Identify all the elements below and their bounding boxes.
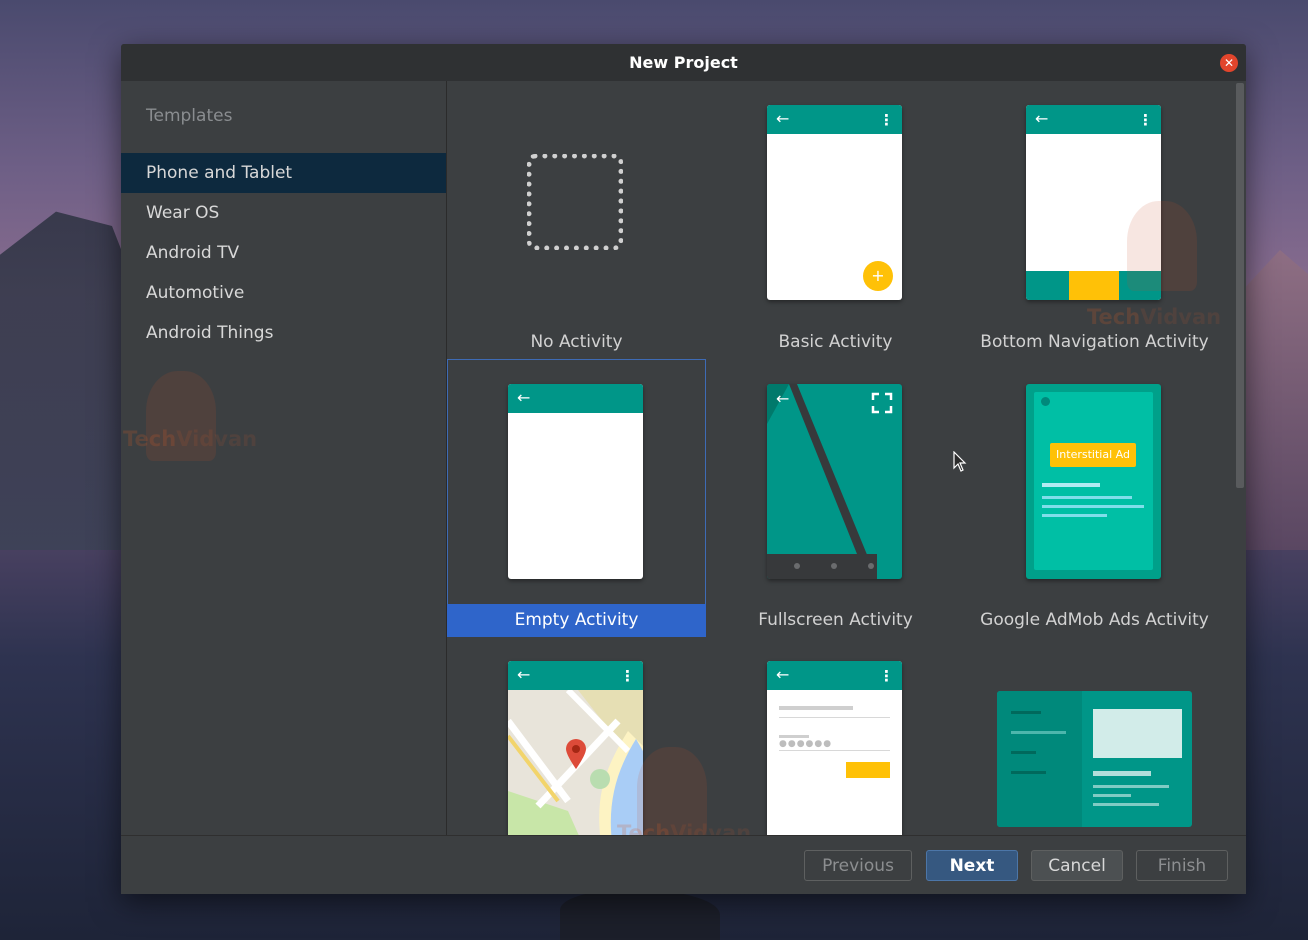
watermark-logo-icon xyxy=(146,371,216,461)
password-dots-icon: ●●●●●● xyxy=(779,739,833,749)
close-button[interactable]: ✕ xyxy=(1220,54,1238,72)
sidebar-header: Templates xyxy=(146,106,233,126)
map-pin-icon xyxy=(566,739,586,769)
background-rocks xyxy=(560,890,720,940)
overflow-menu-icon: ⋮ xyxy=(879,111,894,129)
back-arrow-icon: ← xyxy=(517,665,531,684)
template-label: Bottom Navigation Activity xyxy=(980,332,1209,352)
app-bar: ← ⋮ xyxy=(767,661,902,690)
sidebar-item-android-things[interactable]: Android Things xyxy=(121,313,446,353)
sidebar-item-automotive[interactable]: Automotive xyxy=(121,273,446,313)
app-bar: ← ⋮ xyxy=(508,661,643,690)
app-bar: ← ⋮ xyxy=(767,105,902,134)
basic-activity-preview: ← ⋮ + xyxy=(767,105,902,300)
sign-in-button-graphic xyxy=(846,762,890,778)
fullscreen-expand-icon xyxy=(871,392,893,414)
master-list-line xyxy=(1011,771,1046,774)
template-tile-basic-activity[interactable]: ← ⋮ + Basic Activity xyxy=(706,81,965,359)
ad-text-line xyxy=(1042,505,1144,508)
interstitial-ad-badge: Interstitial Ad xyxy=(1050,443,1136,467)
template-gallery: No Activity ← ⋮ + Basic Activity ← ⋮ Tec… xyxy=(447,81,1246,835)
mouse-cursor-icon xyxy=(953,451,967,472)
ad-text-line xyxy=(1042,483,1100,487)
template-label: No Activity xyxy=(530,332,623,352)
sidebar-item-android-tv[interactable]: Android TV xyxy=(121,233,446,273)
overflow-menu-icon: ⋮ xyxy=(879,667,894,685)
app-bar: ← ⋮ xyxy=(1026,105,1161,134)
template-tile-admob-ads[interactable]: Interstitial Ad Google AdMob Ads Activit… xyxy=(965,359,1224,637)
ad-card xyxy=(1034,392,1153,570)
template-label: Fullscreen Activity xyxy=(758,610,913,630)
overflow-menu-icon: ⋮ xyxy=(1138,111,1153,129)
dialog-titlebar[interactable]: New Project ✕ xyxy=(121,44,1246,81)
sidebar-item-phone-and-tablet[interactable]: Phone and Tablet xyxy=(121,153,446,193)
app-bar: ← xyxy=(508,384,643,413)
fab-plus-icon: + xyxy=(863,261,893,291)
master-detail-preview xyxy=(997,691,1192,827)
background-hill-left xyxy=(0,211,140,550)
dialog-title: New Project xyxy=(629,53,738,72)
back-arrow-icon: ← xyxy=(776,109,790,128)
ad-text-line xyxy=(1042,496,1132,499)
bottom-navigation-preview: ← ⋮ xyxy=(1026,105,1161,300)
overflow-menu-icon: ⋮ xyxy=(620,667,635,685)
sidebar-list: Phone and Tablet Wear OS Android TV Auto… xyxy=(121,153,446,353)
watermark-logo-icon xyxy=(637,747,707,835)
watermark-text: TechVidvan xyxy=(123,427,258,451)
templates-sidebar: Templates Phone and Tablet Wear OS Andro… xyxy=(121,81,447,835)
back-arrow-icon: ← xyxy=(1035,109,1049,128)
template-tile-login-activity[interactable]: ← ⋮ ●●●●●● xyxy=(706,637,965,835)
fullscreen-activity-preview: ← xyxy=(767,384,902,579)
master-list-line xyxy=(1011,731,1066,734)
background-hill-right xyxy=(1238,250,1308,550)
camera-dot-icon xyxy=(1041,397,1050,406)
divider xyxy=(779,750,890,751)
login-preview: ← ⋮ ●●●●●● xyxy=(767,661,902,835)
admob-preview: Interstitial Ad xyxy=(1026,384,1161,579)
back-arrow-icon: ← xyxy=(776,389,790,408)
template-tile-google-maps[interactable]: ← ⋮ TechVidvan xyxy=(447,637,751,835)
detail-image-block xyxy=(1093,709,1182,758)
email-field-line xyxy=(779,706,853,710)
next-button[interactable]: Next xyxy=(926,850,1018,881)
template-label: Empty Activity xyxy=(447,604,706,637)
close-icon: ✕ xyxy=(1223,56,1235,70)
master-list-line xyxy=(1011,711,1041,714)
detail-text-line xyxy=(1093,785,1169,788)
dialog-footer: Previous Next Cancel Finish xyxy=(121,835,1246,894)
template-label: Google AdMob Ads Activity xyxy=(980,610,1209,630)
empty-activity-preview: ← xyxy=(508,384,643,579)
detail-text-line xyxy=(1093,794,1131,797)
template-tile-empty-activity[interactable]: ← Empty Activity xyxy=(447,359,706,637)
password-label-line xyxy=(779,735,809,738)
maps-preview: ← ⋮ xyxy=(508,661,643,835)
sidebar-item-wear-os[interactable]: Wear OS xyxy=(121,193,446,233)
back-arrow-icon: ← xyxy=(776,665,790,684)
gallery-scrollbar[interactable] xyxy=(1236,83,1244,488)
detail-text-line xyxy=(1093,803,1159,806)
finish-button[interactable]: Finish xyxy=(1136,850,1228,881)
new-project-dialog: New Project ✕ Templates Phone and Tablet… xyxy=(121,44,1246,894)
template-tile-master-detail[interactable] xyxy=(965,637,1224,835)
bottom-nav-active-item xyxy=(1069,271,1119,300)
ad-text-line xyxy=(1042,514,1107,517)
template-label: Basic Activity xyxy=(778,332,893,352)
template-tile-fullscreen-activity[interactable]: ← Fullscreen Activity xyxy=(706,359,965,637)
template-tile-no-activity[interactable]: No Activity xyxy=(447,81,706,359)
master-list-line xyxy=(1011,751,1036,754)
cancel-button[interactable]: Cancel xyxy=(1031,850,1123,881)
template-tile-bottom-navigation[interactable]: ← ⋮ TechVidvan Bottom Navigation Activit… xyxy=(965,81,1224,359)
detail-text-line xyxy=(1093,771,1151,776)
divider xyxy=(779,717,890,718)
back-arrow-icon: ← xyxy=(517,388,531,407)
no-activity-icon xyxy=(527,154,623,250)
previous-button[interactable]: Previous xyxy=(804,850,912,881)
